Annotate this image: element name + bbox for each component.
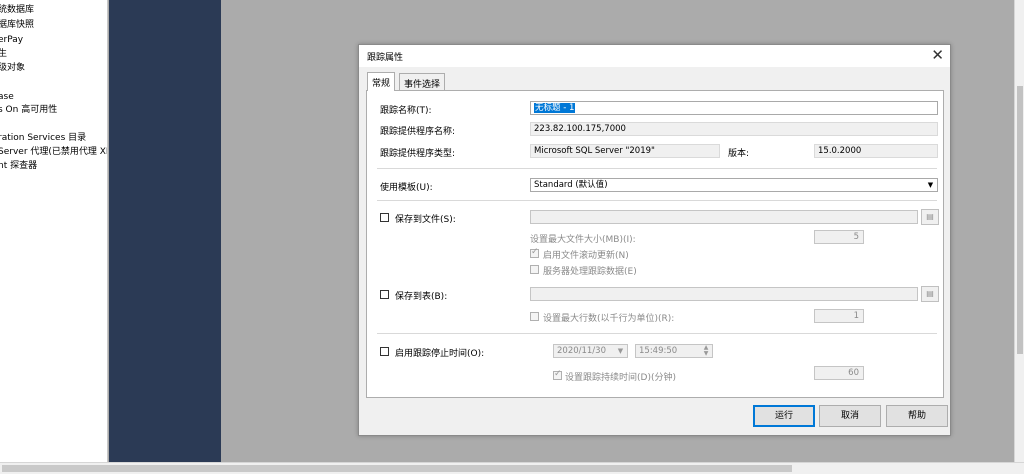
trace-name-label: 跟踪名称(T): (380, 106, 432, 116)
chevron-down-icon[interactable]: ▼ (615, 346, 626, 356)
object-explorer: 统数据库 据库快照 erPay 生 级对象 ase s On 高可用性 rati… (0, 0, 108, 462)
stop-date-picker[interactable]: 2020/11/30 ▼ (553, 344, 628, 358)
tree-item-always-on[interactable]: s On 高可用性 (0, 105, 57, 116)
trace-duration-input[interactable]: 60 (814, 366, 864, 380)
trace-name-value: 无标题 - 1 (534, 103, 576, 113)
provider-type-label: 跟踪提供程序类型: (380, 149, 456, 159)
separator (377, 333, 937, 334)
tree-item-integration-services[interactable]: ration Services 目录 (0, 133, 86, 144)
provider-type-field: Microsoft SQL Server "2019" (530, 144, 720, 158)
spinner-icon[interactable]: ▲ ▼ (701, 345, 711, 357)
template-selected-value: Standard (默认值) (534, 180, 608, 190)
run-button[interactable]: 运行 (753, 405, 815, 427)
stop-date-value: 2020/11/30 (557, 346, 606, 356)
template-label: 使用模板(U): (380, 183, 433, 193)
version-field: 15.0.2000 (814, 144, 938, 158)
tree-item-server-objects[interactable]: 级对象 (0, 63, 25, 74)
save-to-file-checkbox[interactable] (380, 213, 389, 222)
stop-time-checkbox[interactable] (380, 347, 389, 356)
trace-properties-dialog: 跟踪属性 ✕ 常规 事件选择 跟踪名称(T): 无标题 - 1 跟踪提供程序名称… (358, 44, 951, 436)
trace-name-input[interactable]: 无标题 - 1 (530, 101, 938, 115)
save-to-table-checkbox[interactable] (380, 290, 389, 299)
separator (377, 200, 937, 201)
version-label: 版本: (728, 149, 750, 159)
max-rows-input[interactable]: 1 (814, 309, 864, 323)
max-file-size-input[interactable]: 5 (814, 230, 864, 244)
tab-general[interactable]: 常规 (367, 72, 396, 91)
max-file-size-label: 设置最大文件大小(MB)(I): (530, 235, 636, 245)
tree-item-database[interactable]: ase (0, 92, 14, 103)
close-icon[interactable]: ✕ (931, 46, 944, 64)
provider-name-field: 223.82.100.175,7000 (530, 122, 938, 136)
horizontal-scroll-thumb[interactable] (2, 465, 792, 472)
cancel-button[interactable]: 取消 (819, 405, 881, 427)
enable-rollover-label: 启用文件滚动更新(N) (543, 251, 629, 261)
server-process-checkbox[interactable] (530, 265, 539, 274)
tab-events-selection[interactable]: 事件选择 (399, 73, 446, 90)
tree-item-erpay[interactable]: erPay (0, 35, 23, 46)
vertical-scroll-thumb[interactable] (1017, 86, 1023, 354)
help-button[interactable]: 帮助 (886, 405, 948, 427)
separator (377, 168, 937, 169)
tree-item-sql-agent[interactable]: Server 代理(已禁用代理 XP) (0, 147, 107, 158)
enable-rollover-checkbox[interactable] (530, 247, 539, 258)
template-select[interactable]: Standard (默认值) ▼ (530, 178, 938, 192)
tree-item-database-snapshots[interactable]: 据库快照 (0, 20, 34, 31)
provider-name-label: 跟踪提供程序名称: (380, 127, 456, 137)
browse-file-icon[interactable]: ▤ (921, 209, 939, 225)
tree-item-security[interactable]: 生 (0, 49, 7, 60)
max-rows-label: 设置最大行数(以千行为单位)(R): (543, 314, 675, 324)
tree-item-system-databases[interactable]: 统数据库 (0, 5, 34, 16)
vertical-scrollbar[interactable] (1014, 0, 1024, 462)
dialog-titlebar[interactable]: 跟踪属性 ✕ (359, 45, 950, 67)
max-rows-checkbox[interactable] (530, 312, 539, 321)
dialog-title: 跟踪属性 (367, 53, 404, 63)
stop-time-value: 15:49:50 (639, 346, 678, 356)
horizontal-scrollbar[interactable] (0, 462, 1024, 474)
general-tab-panel: 跟踪名称(T): 无标题 - 1 跟踪提供程序名称: 223.82.100.17… (366, 90, 944, 398)
server-process-label: 服务器处理跟踪数据(E) (543, 267, 637, 277)
stop-time-input[interactable]: 15:49:50 ▲ ▼ (635, 344, 713, 358)
save-to-table-input[interactable] (530, 287, 918, 301)
save-to-file-path-input[interactable] (530, 210, 918, 224)
save-to-table-label: 保存到表(B): (395, 292, 448, 302)
save-to-file-label: 保存到文件(S): (395, 215, 456, 225)
browse-table-icon[interactable]: ▤ (921, 286, 939, 302)
trace-duration-label: 设置跟踪持续时间(D)(分钟) (565, 373, 676, 383)
navy-side-panel (109, 0, 221, 462)
stop-time-label: 启用跟踪停止时间(O): (395, 349, 485, 359)
chevron-down-icon[interactable]: ▼ (925, 180, 936, 190)
tree-item-xevent-profiler[interactable]: nt 探查器 (0, 161, 37, 172)
trace-duration-checkbox[interactable] (553, 369, 562, 380)
